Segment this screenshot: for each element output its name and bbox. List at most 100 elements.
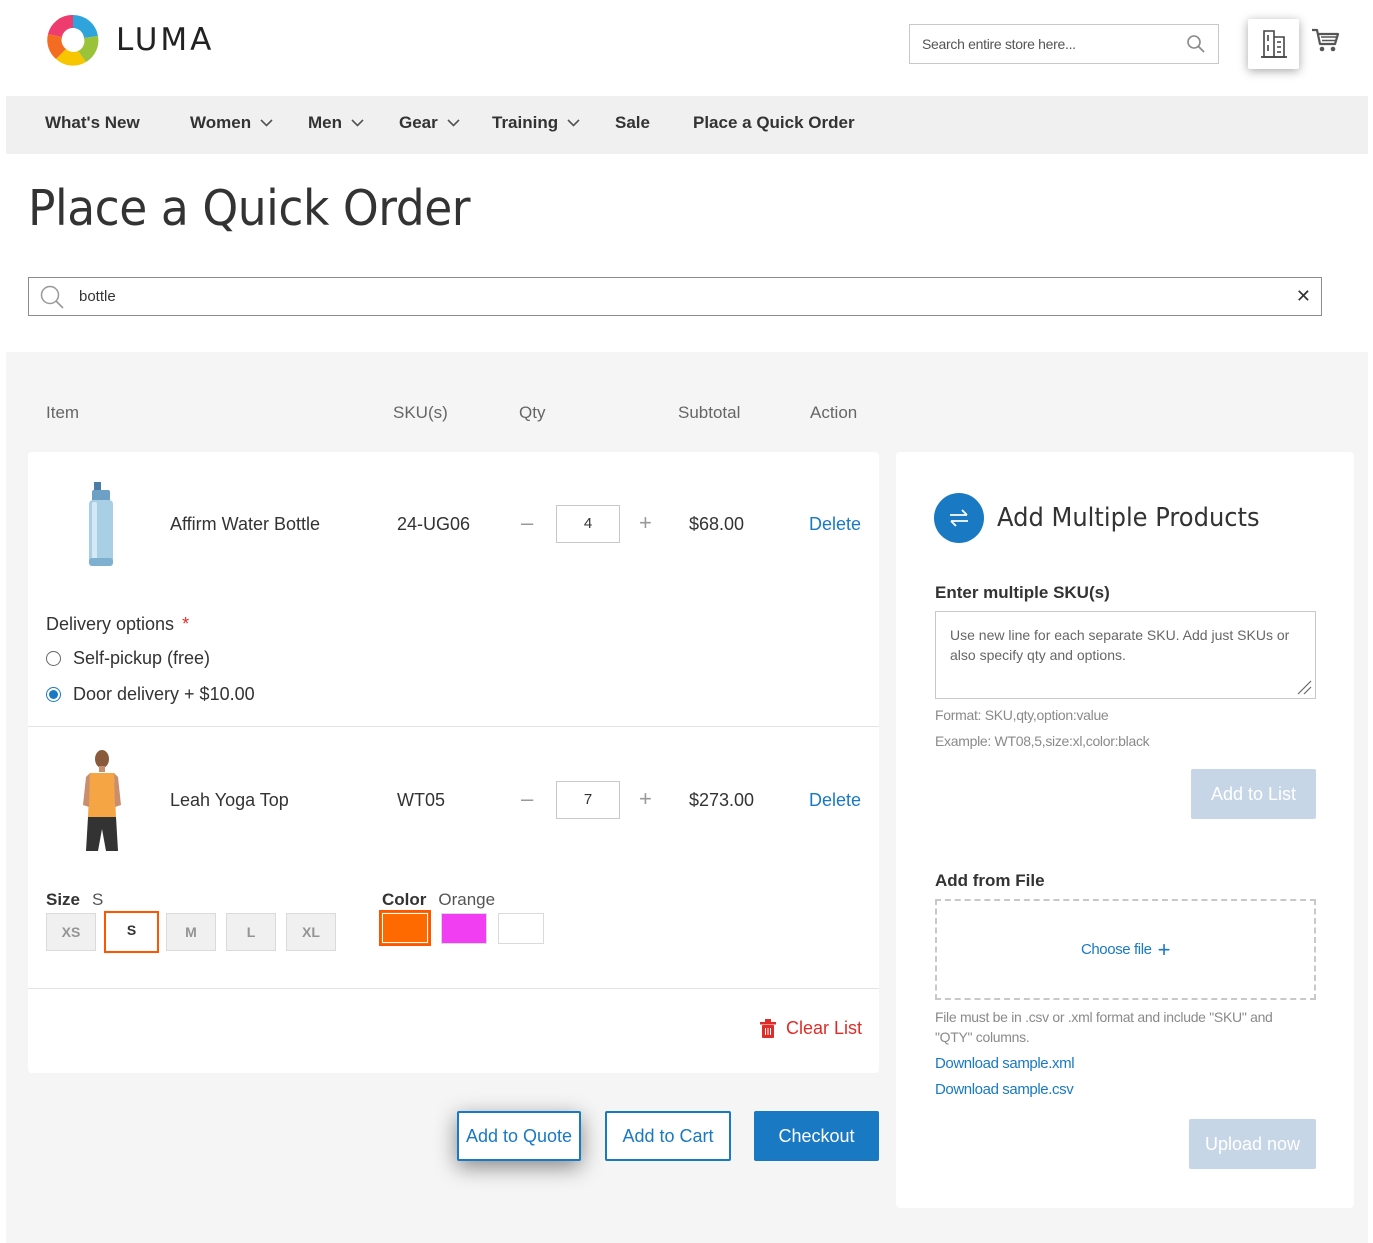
luma-logo-icon: [47, 14, 99, 66]
size-swatch-xl[interactable]: XL: [286, 913, 336, 951]
search-icon: [40, 285, 64, 309]
delivery-options-text: Delivery options: [46, 614, 175, 634]
chevron-down-icon: [260, 119, 273, 127]
size-swatch-s[interactable]: S: [104, 911, 159, 953]
product-search-value: bottle: [79, 288, 116, 305]
size-swatch-xs[interactable]: XS: [46, 913, 96, 951]
delivery-option-label: Door delivery + $10.00: [73, 684, 255, 704]
store-logo[interactable]: LUMA: [44, 12, 214, 68]
delivery-option-label: Self-pickup (free): [73, 648, 211, 668]
qty-increase-button[interactable]: +: [639, 786, 652, 812]
clear-list-button[interactable]: Clear List: [760, 1018, 862, 1039]
product-search-field[interactable]: bottle ✕: [28, 277, 1322, 316]
nav-item-label: Men: [308, 113, 342, 132]
store-search-input[interactable]: [922, 36, 1186, 52]
color-selected-value: Orange: [438, 890, 496, 909]
nav-item-label: Place a Quick Order: [693, 113, 855, 132]
add-from-file-label: Add from File: [935, 871, 1045, 890]
item-subtotal: $273.00: [689, 790, 755, 810]
color-swatch-pink[interactable]: [441, 913, 487, 944]
size-swatch-m[interactable]: M: [166, 913, 216, 951]
delivery-option-door-delivery[interactable]: Door delivery + $10.00: [46, 684, 255, 705]
column-header-action: Action: [810, 403, 858, 422]
nav-item-whats-new[interactable]: What's New: [45, 113, 140, 133]
add-to-list-button[interactable]: Add to List: [1191, 769, 1316, 819]
nav-item-label: Training: [492, 113, 559, 132]
nav-item-women[interactable]: Women: [190, 113, 273, 133]
qty-increase-button[interactable]: +: [639, 510, 652, 536]
trash-icon: [760, 1018, 776, 1038]
nav-item-label: What's New: [45, 113, 140, 132]
column-header-subtotal: Subtotal: [678, 403, 741, 422]
quote-button[interactable]: [1248, 19, 1299, 69]
swap-arrows-icon: [934, 493, 984, 543]
color-attribute-label: Color Orange: [382, 890, 495, 910]
store-search: [909, 24, 1219, 64]
clear-search-icon[interactable]: ✕: [1296, 286, 1311, 307]
item-name: Leah Yoga Top: [170, 790, 289, 810]
nav-item-quick-order[interactable]: Place a Quick Order: [693, 113, 855, 133]
radio-button[interactable]: [46, 651, 61, 666]
column-header-sku: SKU(s): [393, 403, 448, 422]
add-to-quote-button[interactable]: Add to Quote: [457, 1111, 581, 1161]
chevron-down-icon: [567, 119, 580, 127]
column-header-qty: Qty: [519, 403, 546, 422]
add-to-cart-button[interactable]: Add to Cart: [605, 1111, 731, 1161]
file-format-note: File must be in .csv or .xml format and …: [935, 1009, 1273, 1045]
row-divider: [28, 726, 879, 727]
color-swatch-white[interactable]: [498, 913, 544, 944]
enter-skus-label: Enter multiple SKU(s): [935, 583, 1110, 602]
choose-file-label: Choose file: [1080, 941, 1152, 958]
sku-textarea[interactable]: Use new line for each separate SKU. Add …: [935, 611, 1316, 699]
size-attribute-label: Size S: [46, 890, 103, 910]
search-icon[interactable]: [1186, 34, 1206, 54]
size-selected-value: S: [92, 890, 104, 909]
nav-item-gear[interactable]: Gear: [399, 113, 460, 133]
delivery-option-self-pickup[interactable]: Self-pickup (free): [46, 648, 210, 669]
delete-item-link[interactable]: Delete: [809, 514, 861, 535]
delivery-options-label: Delivery options *: [46, 614, 189, 635]
delete-item-link[interactable]: Delete: [809, 790, 861, 811]
qty-input[interactable]: 7: [556, 781, 620, 819]
download-sample-csv-link[interactable]: Download sample.csv: [935, 1081, 1074, 1098]
item-sku: 24-UG06: [397, 514, 471, 534]
nav-item-sale[interactable]: Sale: [615, 113, 650, 133]
required-mark: *: [182, 614, 190, 634]
quote-icon: [1260, 30, 1287, 58]
upload-now-button[interactable]: Upload now: [1189, 1119, 1316, 1169]
yoga-top-image: [83, 750, 121, 851]
chevron-down-icon: [447, 119, 460, 127]
download-sample-xml-link[interactable]: Download sample.xml: [935, 1055, 1075, 1072]
qty-decrease-button[interactable]: –: [521, 510, 533, 536]
radio-button-checked[interactable]: [46, 687, 61, 702]
sku-textarea-placeholder: Use new line for each separate SKU. Add …: [950, 627, 1290, 663]
qty-input[interactable]: 4: [556, 505, 620, 543]
qty-decrease-button[interactable]: –: [521, 786, 533, 812]
water-bottle-image: [89, 482, 113, 566]
nav-item-training[interactable]: Training: [492, 113, 580, 133]
main-navigation: What's New Women Men Gear Training Sale …: [6, 96, 1368, 154]
checkout-button[interactable]: Checkout: [754, 1111, 879, 1161]
plus-icon: +: [1157, 936, 1171, 962]
clear-list-label: Clear List: [786, 1018, 863, 1038]
resize-handle-icon[interactable]: [1294, 677, 1312, 695]
color-label: Color: [382, 890, 427, 909]
panel-title: Add Multiple Products: [997, 503, 1260, 533]
nav-item-label: Sale: [615, 113, 650, 132]
nav-item-label: Gear: [399, 113, 438, 132]
chevron-down-icon: [351, 119, 364, 127]
example-note: Example: WT08,5,size:xl,color:black: [935, 733, 1150, 749]
choose-file-button[interactable]: Choose file +: [1080, 936, 1171, 962]
color-swatch-orange[interactable]: [379, 910, 431, 946]
row-divider: [28, 988, 879, 989]
cart-icon[interactable]: [1310, 26, 1340, 54]
item-sku: WT05: [397, 790, 446, 810]
order-items-list: Affirm Water Bottle 24-UG06 – 4 + $68.00…: [28, 452, 879, 1073]
nav-item-label: Women: [190, 113, 252, 132]
file-drop-zone[interactable]: Choose file +: [935, 899, 1316, 1000]
size-label: Size: [46, 890, 81, 909]
item-name: Affirm Water Bottle: [170, 514, 321, 534]
item-subtotal: $68.00: [689, 514, 745, 534]
size-swatch-l[interactable]: L: [226, 913, 276, 951]
nav-item-men[interactable]: Men: [308, 113, 364, 133]
